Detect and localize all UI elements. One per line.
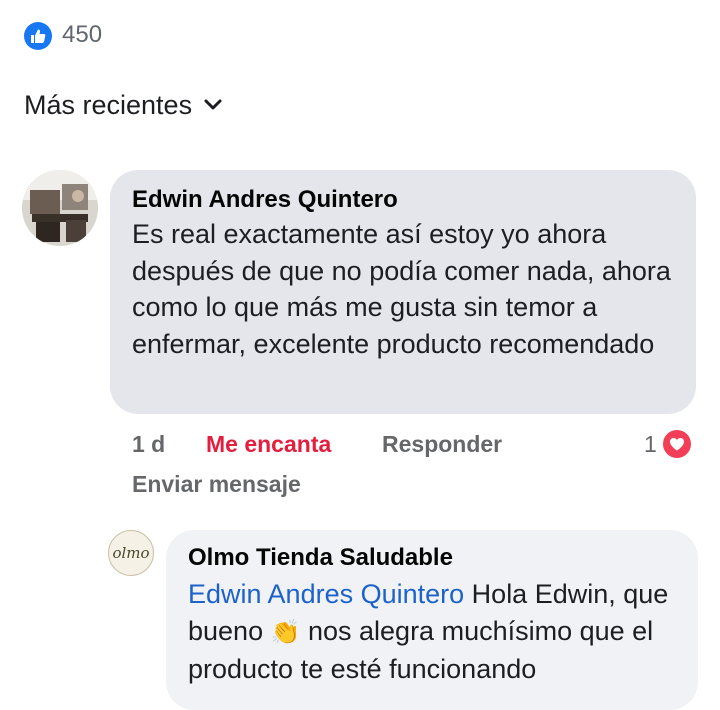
- heart-glyph: [669, 438, 684, 451]
- comment-timestamp[interactable]: 1 d: [132, 428, 165, 460]
- profile-photo-icon: [22, 170, 98, 246]
- reply-bubble: Olmo Tienda Saludable Edwin Andres Quint…: [166, 530, 698, 710]
- like-icon: [24, 22, 52, 50]
- send-message-button[interactable]: Enviar mensaje: [132, 468, 301, 500]
- thumbs-up-glyph: [31, 29, 46, 43]
- mention-link[interactable]: Edwin Andres Quintero: [188, 579, 464, 609]
- reply-button[interactable]: Responder: [382, 428, 502, 460]
- avatar[interactable]: [22, 170, 98, 246]
- love-reaction-button[interactable]: Me encanta: [206, 428, 331, 460]
- sort-label: Más recientes: [24, 90, 193, 120]
- comment-author[interactable]: Edwin Andres Quintero: [132, 184, 674, 216]
- reaction-count[interactable]: 450: [62, 20, 102, 50]
- heart-icon: [660, 428, 693, 460]
- reply-text: Edwin Andres Quintero Hola Edwin, que bu…: [188, 576, 676, 688]
- olmo-logo: olmo: [112, 544, 150, 562]
- reaction-count-number: 1: [644, 431, 657, 457]
- comment-text: Es real exactamente así estoy yo ahora d…: [132, 219, 671, 359]
- comment-reaction-count[interactable]: 1: [644, 428, 693, 460]
- reply-author[interactable]: Olmo Tienda Saludable: [188, 542, 676, 574]
- clapping-hands-icon: 👏: [270, 619, 301, 646]
- sort-dropdown[interactable]: Más recientes: [24, 88, 222, 122]
- page-avatar[interactable]: olmo: [108, 530, 154, 576]
- chevron-down-icon: [204, 99, 222, 110]
- comment-bubble: Edwin Andres Quintero Es real exactament…: [110, 170, 696, 414]
